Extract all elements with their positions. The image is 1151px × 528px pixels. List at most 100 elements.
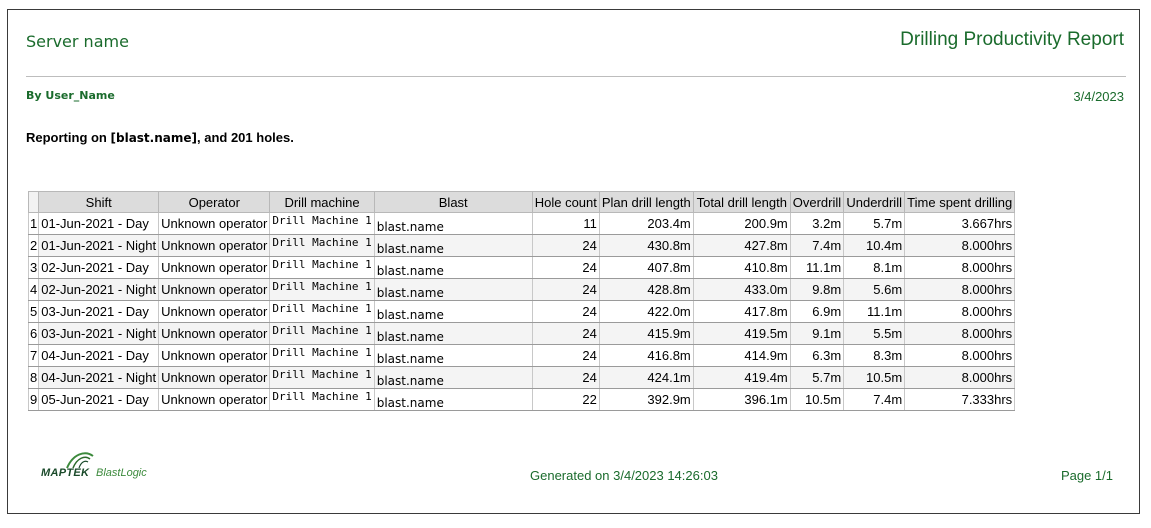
cell-time-spent-drilling: 8.000hrs: [904, 234, 1016, 257]
table-row: 1 01-Jun-2021 - Day Unknown operator Drill …: [27, 212, 1016, 235]
cell-time-spent-drilling: 8.000hrs: [904, 366, 1016, 389]
cell-shift: 02-Jun-2021 - Night: [38, 278, 160, 301]
cell-operator: Unknown operator: [158, 388, 271, 411]
cell-shift: 03-Jun-2021 - Day: [38, 300, 160, 323]
cell-total-drill-length: 419.4m: [692, 366, 791, 389]
cell-shift: 04-Jun-2021 - Night: [38, 366, 160, 389]
cell-overdrill: 10.5m: [789, 388, 845, 411]
table-row: 2 01-Jun-2021 - Night Unknown operator Dril…: [27, 234, 1016, 257]
col-overdrill: Overdrill: [789, 191, 845, 213]
cell-operator: Unknown operator: [158, 212, 271, 235]
row-number: 5: [27, 300, 40, 323]
cell-blast: blast.name: [373, 344, 533, 367]
productivity-table: Shift Operator Drill machine Blast Hole …: [27, 191, 1016, 411]
row-number: 6: [27, 322, 40, 345]
cell-shift: 01-Jun-2021 - Day: [38, 212, 160, 235]
cell-underdrill: 5.7m: [843, 212, 906, 235]
cell-time-spent-drilling: 7.333hrs: [904, 388, 1016, 411]
cell-blast: blast.name: [373, 388, 533, 411]
col-plan-drill-length: Plan drill length: [598, 191, 694, 213]
cell-drill-machine: Drill Machine 1: [269, 234, 375, 257]
cell-plan-drill-length: 392.9m: [598, 388, 694, 411]
logo-brand: MAPTEK: [41, 467, 90, 479]
cell-blast: blast.name: [373, 322, 533, 345]
cell-blast: blast.name: [373, 300, 533, 323]
cell-blast: blast.name: [373, 278, 533, 301]
cell-drill-machine: Drill Machine 1: [269, 256, 375, 279]
cell-overdrill: 6.3m: [789, 344, 845, 367]
cell-hole-count: 24: [531, 344, 600, 367]
cell-drill-machine: Drill Machine 1: [269, 300, 375, 323]
cell-total-drill-length: 200.9m: [692, 212, 791, 235]
table-row: 3 02-Jun-2021 - Day Unknown operator Drill …: [27, 256, 1016, 279]
cell-hole-count: 22: [531, 388, 600, 411]
report-date: 3/4/2023: [1073, 89, 1124, 104]
cell-plan-drill-length: 415.9m: [598, 322, 694, 345]
cell-operator: Unknown operator: [158, 344, 271, 367]
cell-operator: Unknown operator: [158, 256, 271, 279]
row-number: 1: [27, 212, 40, 235]
by-user: By User_Name: [26, 89, 115, 102]
cell-shift: 01-Jun-2021 - Night: [38, 234, 160, 257]
cell-blast: blast.name: [373, 212, 533, 235]
col-time-spent-drilling: Time spent drilling: [904, 191, 1016, 213]
reporting-suffix: , and 201 holes.: [197, 130, 294, 145]
row-number: 3: [27, 256, 40, 279]
table-row: 9 05-Jun-2021 - Day Unknown operator Drill …: [27, 388, 1016, 411]
cell-plan-drill-length: 430.8m: [598, 234, 694, 257]
table-row: 6 03-Jun-2021 - Night Unknown operator Dril…: [27, 322, 1016, 345]
col-hole-count: Hole count: [531, 191, 600, 213]
cell-operator: Unknown operator: [158, 278, 271, 301]
cell-time-spent-drilling: 8.000hrs: [904, 256, 1016, 279]
maptek-blastlogic-logo: MAPTEK BlastLogic: [41, 450, 156, 484]
cell-total-drill-length: 433.0m: [692, 278, 791, 301]
page-number: Page 1/1: [1060, 468, 1113, 483]
cell-operator: Unknown operator: [158, 234, 271, 257]
cell-underdrill: 10.5m: [843, 366, 906, 389]
col-blast: Blast: [373, 191, 533, 213]
generated-timestamp: Generated on 3/4/2023 14:26:03: [530, 468, 718, 483]
cell-total-drill-length: 410.8m: [692, 256, 791, 279]
cell-hole-count: 24: [531, 300, 600, 323]
cell-time-spent-drilling: 8.000hrs: [904, 278, 1016, 301]
logo-product: BlastLogic: [96, 467, 147, 479]
cell-total-drill-length: 419.5m: [692, 322, 791, 345]
reporting-summary: Reporting on [blast.name], and 201 holes…: [26, 130, 294, 145]
row-number: 9: [27, 388, 40, 411]
cell-time-spent-drilling: 8.000hrs: [904, 300, 1016, 323]
cell-total-drill-length: 427.8m: [692, 234, 791, 257]
report-page: Server name Drilling Productivity Report…: [7, 9, 1140, 514]
report-title: Drilling Productivity Report: [900, 29, 1124, 50]
col-drill-machine: Drill machine: [269, 191, 375, 213]
cell-drill-machine: Drill Machine 1: [269, 344, 375, 367]
cell-shift: 03-Jun-2021 - Night: [38, 322, 160, 345]
cell-overdrill: 11.1m: [789, 256, 845, 279]
cell-operator: Unknown operator: [158, 366, 271, 389]
cell-plan-drill-length: 428.8m: [598, 278, 694, 301]
cell-blast: blast.name: [373, 234, 533, 257]
reporting-prefix: Reporting on: [26, 130, 111, 145]
cell-time-spent-drilling: 8.000hrs: [904, 322, 1016, 345]
row-number: 8: [27, 366, 40, 389]
cell-hole-count: 24: [531, 278, 600, 301]
cell-blast: blast.name: [373, 366, 533, 389]
cell-underdrill: 5.5m: [843, 322, 906, 345]
cell-underdrill: 11.1m: [843, 300, 906, 323]
cell-time-spent-drilling: 3.667hrs: [904, 212, 1016, 235]
cell-hole-count: 24: [531, 322, 600, 345]
cell-blast: blast.name: [373, 256, 533, 279]
cell-time-spent-drilling: 8.000hrs: [904, 344, 1016, 367]
cell-overdrill: 9.8m: [789, 278, 845, 301]
cell-plan-drill-length: 203.4m: [598, 212, 694, 235]
cell-underdrill: 5.6m: [843, 278, 906, 301]
table-header-row: Shift Operator Drill machine Blast Hole …: [27, 191, 1016, 213]
row-number: 7: [27, 344, 40, 367]
cell-overdrill: 7.4m: [789, 234, 845, 257]
cell-drill-machine: Drill Machine 1: [269, 366, 375, 389]
cell-hole-count: 24: [531, 256, 600, 279]
cell-total-drill-length: 396.1m: [692, 388, 791, 411]
row-number: 2: [27, 234, 40, 257]
cell-drill-machine: Drill Machine 1: [269, 322, 375, 345]
cell-shift: 02-Jun-2021 - Day: [38, 256, 160, 279]
row-number-header: [27, 191, 40, 213]
